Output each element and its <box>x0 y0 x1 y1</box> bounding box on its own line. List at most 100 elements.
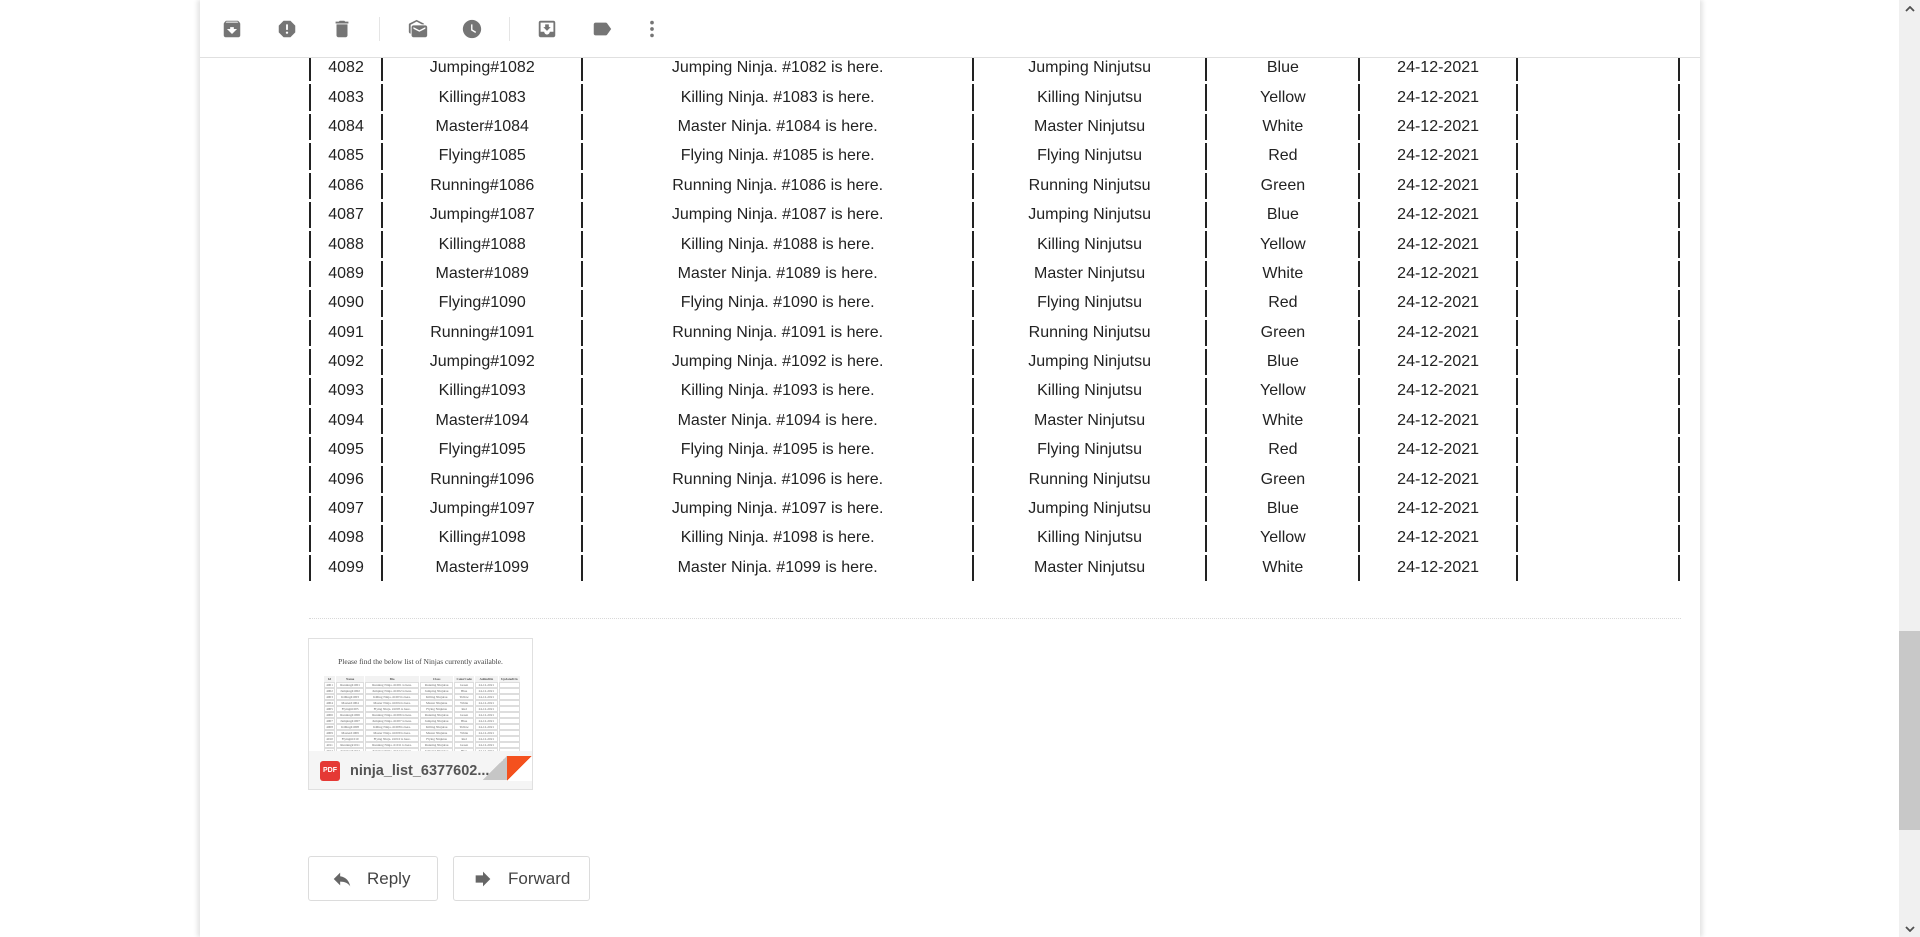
archive-button[interactable] <box>216 13 248 45</box>
cell-updated-on <box>1516 113 1680 141</box>
cell-color-code: Yellow <box>1206 84 1360 111</box>
scroll-down-button[interactable] <box>1899 920 1920 937</box>
delete-button[interactable] <box>326 13 358 45</box>
cell-class: Jumping Ninjutsu <box>972 201 1207 229</box>
cell-updated-on <box>1516 55 1680 82</box>
cell-id: 4096 <box>309 466 383 493</box>
ninja-table: 4082 Jumping#1082 Jumping Ninja. #1082 is … <box>309 52 1680 584</box>
cell-name: Killing#1093 <box>382 378 583 405</box>
report-spam-button[interactable] <box>271 13 303 45</box>
cell-class: Flying Ninjutsu <box>972 290 1207 317</box>
cell-name: Master#1084 <box>382 113 583 141</box>
cell-class: Killing Ninjutsu <box>972 525 1207 552</box>
vertical-scrollbar[interactable] <box>1899 0 1920 937</box>
forward-label: Forward <box>508 868 571 888</box>
attachment-card[interactable]: Please find the below list of Ninjas cur… <box>308 638 533 790</box>
cell-updated-on <box>1516 172 1680 199</box>
cell-id: 4090 <box>309 290 383 317</box>
scrollbar-thumb[interactable] <box>1899 631 1920 830</box>
cell-id: 4093 <box>309 378 383 405</box>
mark-as-read-button[interactable] <box>402 13 434 45</box>
attachment-preview-title: Please find the below list of Ninjas cur… <box>338 657 503 666</box>
cell-added-on: 24-12-2021 <box>1359 55 1517 82</box>
forward-button[interactable]: Forward <box>453 856 590 901</box>
cell-bio: Jumping Ninja. #1087 is here. <box>582 201 973 229</box>
spam-icon <box>278 20 296 38</box>
cell-id: 4085 <box>309 143 383 170</box>
cell-name: Running#1096 <box>382 466 583 493</box>
cell-added-on: 24-12-2021 <box>1359 348 1517 376</box>
move-to-inbox-button[interactable] <box>531 13 563 45</box>
trash-icon <box>335 20 349 38</box>
cell-class: Killing Ninjutsu <box>972 231 1207 258</box>
table-row: 4093 Killing#1093 Killing Ninja. #1093 is … <box>309 378 1680 405</box>
cell-added-on: 24-12-2021 <box>1359 525 1517 552</box>
cell-color-code: Red <box>1206 143 1360 170</box>
cell-updated-on <box>1516 319 1680 346</box>
table-row: 4094 Master#1094 Master Ninja. #1094 is he… <box>309 407 1680 435</box>
table-row: 4092 Jumping#1092 Jumping Ninja. #1092 is … <box>309 348 1680 376</box>
table-row: 4096 Running#1096 Running Ninja. #1096 is … <box>309 466 1680 493</box>
cell-name: Running#1091 <box>382 319 583 346</box>
cell-name: Killing#1098 <box>382 525 583 552</box>
cell-added-on: 24-12-2021 <box>1359 378 1517 405</box>
cell-added-on: 24-12-2021 <box>1359 466 1517 493</box>
cell-id: 4095 <box>309 437 383 464</box>
cell-bio: Master Ninja. #1089 is here. <box>582 260 973 288</box>
table-row: 4083 Killing#1083 Killing Ninja. #1083 is … <box>309 84 1680 111</box>
cell-name: Jumping#1092 <box>382 348 583 376</box>
reply-icon <box>333 872 351 886</box>
cell-name: Master#1089 <box>382 260 583 288</box>
table-row: 4086 Running#1086 Running Ninja. #1086 is … <box>309 172 1680 199</box>
cell-bio: Killing Ninja. #1088 is here. <box>582 231 973 258</box>
cell-color-code: White <box>1206 113 1360 141</box>
cell-class: Running Ninjutsu <box>972 319 1207 346</box>
cell-added-on: 24-12-2021 <box>1359 201 1517 229</box>
cell-id: 4091 <box>309 319 383 346</box>
table-row: 4087 Jumping#1087 Jumping Ninja. #1087 is … <box>309 201 1680 229</box>
reply-label: Reply <box>367 868 411 888</box>
cell-class: Running Ninjutsu <box>972 466 1207 493</box>
cell-added-on: 24-12-2021 <box>1359 437 1517 464</box>
snooze-button[interactable] <box>456 13 488 45</box>
scroll-up-button[interactable] <box>1899 0 1920 17</box>
file-corner-icon <box>507 756 532 781</box>
cell-name: Jumping#1087 <box>382 201 583 229</box>
label-button[interactable] <box>586 13 618 45</box>
cell-added-on: 24-12-2021 <box>1359 172 1517 199</box>
chevron-down-icon <box>1904 925 1915 932</box>
scrollbar-track[interactable] <box>1899 17 1920 920</box>
cell-added-on: 24-12-2021 <box>1359 319 1517 346</box>
cell-color-code: White <box>1206 554 1360 582</box>
cell-added-on: 24-12-2021 <box>1359 407 1517 435</box>
cell-updated-on <box>1516 290 1680 317</box>
cell-name: Jumping#1082 <box>382 55 583 82</box>
cell-bio: Flying Ninja. #1090 is here. <box>582 290 973 317</box>
cell-id: 4098 <box>309 525 383 552</box>
more-options-button[interactable] <box>636 13 668 45</box>
cell-id: 4089 <box>309 260 383 288</box>
cell-bio: Flying Ninja. #1095 is here. <box>582 437 973 464</box>
cell-added-on: 24-12-2021 <box>1359 143 1517 170</box>
mark-read-icon <box>408 19 428 38</box>
cell-bio: Master Ninja. #1084 is here. <box>582 113 973 141</box>
table-row: 4097 Jumping#1097 Jumping Ninja. #1097 is … <box>309 495 1680 523</box>
attachment-file-name: ninja_list_6377602... <box>350 763 490 779</box>
cell-class: Killing Ninjutsu <box>972 84 1207 111</box>
cell-id: 4086 <box>309 172 383 199</box>
cell-updated-on <box>1516 378 1680 405</box>
reply-button[interactable]: Reply <box>308 856 438 901</box>
cell-color-code: White <box>1206 407 1360 435</box>
cell-bio: Running Ninja. #1086 is here. <box>582 172 973 199</box>
cell-updated-on <box>1516 143 1680 170</box>
ninja-table-container: 4082 Jumping#1082 Jumping Ninja. #1082 is … <box>309 52 1681 584</box>
cell-updated-on <box>1516 495 1680 523</box>
attachments-divider <box>309 618 1681 619</box>
cell-color-code: Blue <box>1206 348 1360 376</box>
cell-bio: Killing Ninja. #1083 is here. <box>582 84 973 111</box>
clock-icon <box>462 19 482 39</box>
cell-color-code: Blue <box>1206 201 1360 229</box>
cell-bio: Running Ninja. #1091 is here. <box>582 319 973 346</box>
cell-bio: Master Ninja. #1094 is here. <box>582 407 973 435</box>
move-to-inbox-icon <box>538 20 556 38</box>
